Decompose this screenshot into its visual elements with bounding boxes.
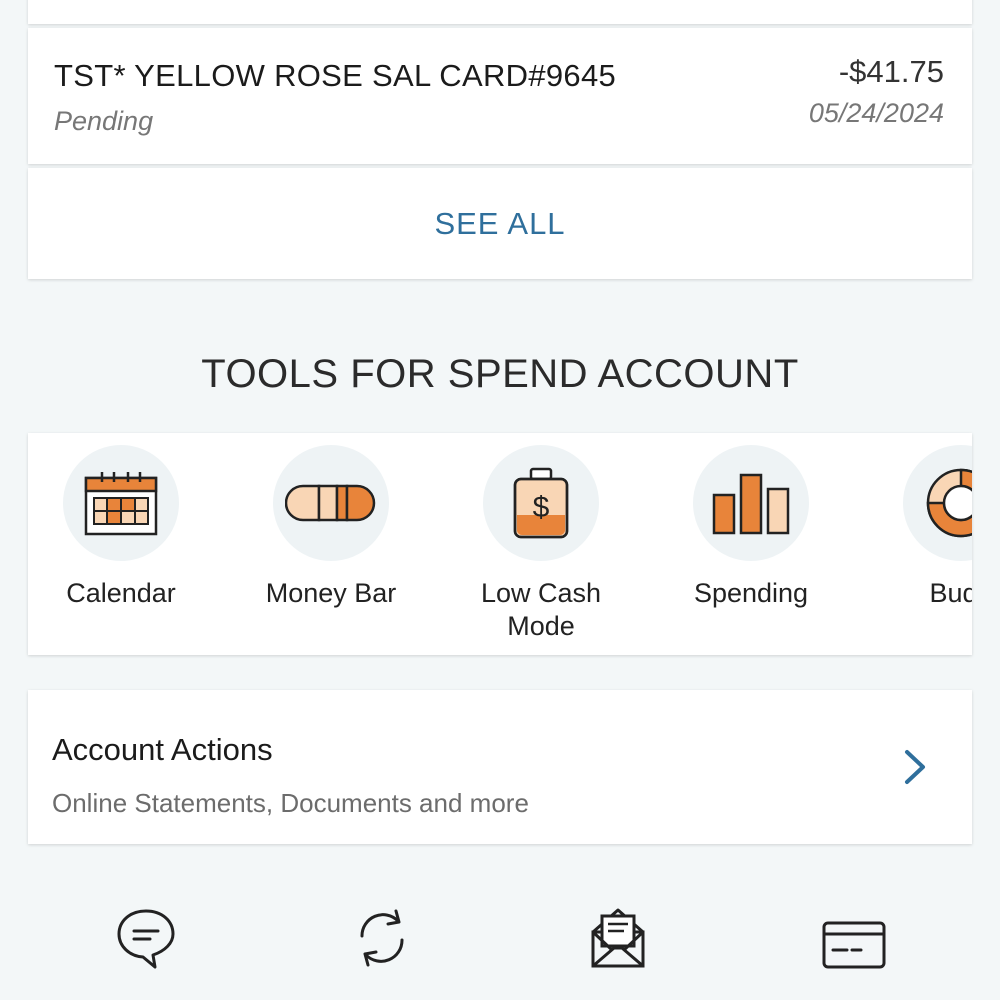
- bill-pay-icon: [518, 906, 718, 975]
- tool-label: Spending: [693, 578, 809, 608]
- transaction-row[interactable]: TST* YELLOW ROSE SAL CARD#9645 Pending -…: [28, 28, 972, 164]
- transaction-description: TST* YELLOW ROSE SAL CARD#9645: [54, 58, 617, 93]
- nav-help[interactable]: [46, 906, 246, 975]
- money-bar-icon: [273, 445, 389, 561]
- transaction-status: Pending: [54, 106, 154, 136]
- nav-cards[interactable]: [754, 906, 954, 975]
- tool-label: Money Bar: [265, 578, 397, 608]
- nav-transfer[interactable]: [282, 906, 482, 975]
- tool-label: Budg: [929, 578, 972, 608]
- chevron-right-icon: [902, 748, 928, 791]
- see-all-label: SEE ALL: [434, 205, 566, 241]
- account-actions-row[interactable]: Account Actions Online Statements, Docum…: [28, 690, 972, 844]
- tool-money-bar[interactable]: Money Bar: [231, 445, 431, 610]
- previous-transaction-card: [28, 0, 972, 24]
- svg-text:$: $: [533, 491, 550, 524]
- cards-icon: [754, 906, 954, 975]
- tool-budget[interactable]: Budg: [861, 445, 972, 610]
- help-chat-icon: [46, 906, 246, 975]
- transfer-icon: [282, 906, 482, 975]
- tool-label: Low Cash Mode: [480, 578, 602, 641]
- account-actions-subtitle: Online Statements, Documents and more: [52, 788, 529, 818]
- tools-section-title: TOOLS FOR SPEND ACCOUNT: [201, 352, 799, 396]
- budget-icon: [903, 445, 972, 561]
- account-actions-title: Account Actions: [52, 732, 273, 767]
- transaction-amount: -$41.75: [838, 54, 944, 89]
- transaction-date: 05/24/2024: [808, 98, 944, 128]
- tool-low-cash-mode[interactable]: $ Low Cash Mode: [441, 445, 641, 643]
- nav-bill-pay[interactable]: [518, 906, 718, 975]
- calendar-icon: [63, 445, 179, 561]
- low-cash-mode-icon: $: [483, 445, 599, 561]
- spending-icon: [693, 445, 809, 561]
- bottom-navigation: [0, 900, 1000, 1000]
- tool-calendar[interactable]: Calendar: [28, 445, 221, 610]
- tools-carousel[interactable]: Calendar Money Bar $ Low Cash Mode Spend…: [28, 433, 972, 655]
- tool-label: Calendar: [66, 578, 176, 608]
- see-all-button[interactable]: SEE ALL: [28, 168, 972, 279]
- tool-spending[interactable]: Spending: [651, 445, 851, 610]
